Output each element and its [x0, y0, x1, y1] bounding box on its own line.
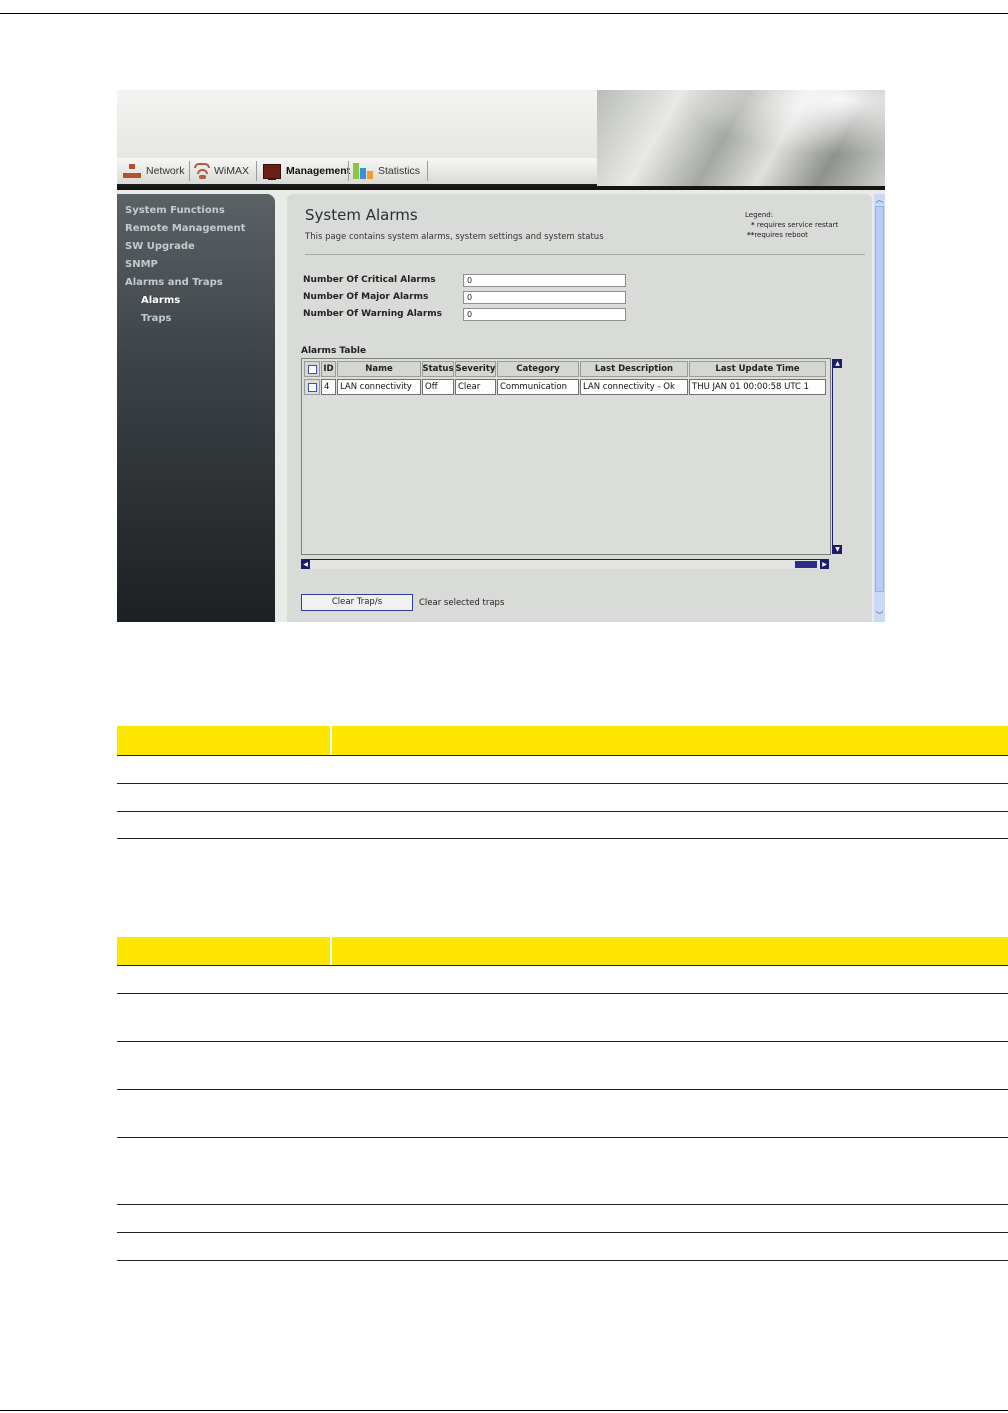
- select-all-checkbox[interactable]: [307, 364, 317, 374]
- page-bottom-rule: [0, 1410, 1008, 1411]
- table-1-row-line: [117, 838, 1008, 839]
- page-scroll-up-icon[interactable]: ︿: [875, 195, 884, 205]
- sidebar-item-alarms-and-traps[interactable]: Alarms and Traps: [125, 277, 223, 288]
- table-2-row-line: [117, 993, 1008, 994]
- cell-name: LAN connectivity: [337, 379, 421, 395]
- sidebar-item-traps[interactable]: Traps: [141, 313, 172, 324]
- horizontal-scroll-thumb[interactable]: [795, 561, 817, 568]
- sidebar-item-alarms[interactable]: Alarms: [141, 295, 180, 306]
- scroll-right-icon[interactable]: ▶: [820, 560, 829, 569]
- legend-title: Legend:: [745, 211, 774, 219]
- table-1-row-line: [117, 811, 1008, 812]
- page-title: System Alarms: [305, 206, 418, 224]
- table-1-row-line: [117, 783, 1008, 784]
- nav-separator: [427, 161, 428, 181]
- top-banner: [117, 90, 597, 158]
- scroll-down-icon[interactable]: ▼: [833, 545, 842, 554]
- legend: Legend: * requires service restart **req…: [745, 210, 838, 240]
- table-2-row-line: [117, 965, 1008, 966]
- cell-severity: Clear: [455, 379, 496, 395]
- wimax-signal-icon: [194, 163, 210, 180]
- table-vertical-scrollbar[interactable]: ▲ ▼: [832, 359, 842, 554]
- cell-id: 4: [321, 379, 336, 395]
- nav-separator: [189, 161, 190, 181]
- legend-restart: requires service restart: [756, 221, 839, 229]
- select-all-cell: [304, 361, 320, 377]
- tab-label: Statistics: [378, 165, 421, 177]
- document-table-2: [117, 937, 1008, 1263]
- col-status[interactable]: Status: [422, 361, 454, 377]
- title-divider: [305, 254, 865, 255]
- critical-alarms-field[interactable]: 0: [463, 274, 626, 287]
- table-1-header-divider: [330, 726, 332, 755]
- table-2-header-divider: [330, 937, 332, 966]
- row-select-cell: [304, 379, 320, 395]
- table-2-row-line: [117, 1204, 1008, 1205]
- table-1-header: [117, 726, 1008, 755]
- scroll-up-icon[interactable]: ▲: [833, 359, 842, 368]
- alarms-table: ID Name Status Severity Category Last De…: [301, 358, 842, 555]
- col-name[interactable]: Name: [337, 361, 421, 377]
- monitor-icon: [263, 163, 281, 180]
- sidebar-item-sw-upgrade[interactable]: SW Upgrade: [125, 241, 195, 252]
- main-nav-bar: Network WiMAX Management Statistics: [117, 158, 597, 186]
- sidebar: System Functions Remote Management SW Up…: [117, 194, 275, 622]
- table-2-header: [117, 937, 1008, 966]
- table-2-row-line: [117, 1089, 1008, 1090]
- col-severity[interactable]: Severity: [455, 361, 496, 377]
- legend-reboot: requires reboot: [754, 231, 808, 239]
- warning-alarms-field[interactable]: 0: [463, 308, 626, 321]
- cell-status: Off: [422, 379, 454, 395]
- tab-label: Network: [146, 165, 185, 177]
- web-ui-screenshot: Network WiMAX Management Statistics Syst…: [117, 90, 885, 622]
- bar-chart-icon: [353, 163, 373, 179]
- nav-separator: [256, 161, 257, 181]
- col-last-update-time[interactable]: Last Update Time: [689, 361, 826, 377]
- critical-alarms-label: Number Of Critical Alarms: [303, 275, 436, 285]
- table-2-row-line: [117, 1260, 1008, 1261]
- content-panel: System Alarms This page contains system …: [287, 194, 872, 622]
- tab-label: Management: [286, 165, 351, 177]
- table-2-row-line: [117, 1137, 1008, 1138]
- scroll-left-icon[interactable]: ◀: [301, 560, 310, 569]
- row-checkbox[interactable]: [307, 382, 317, 392]
- table-2-row-line: [117, 1041, 1008, 1042]
- page-top-rule: [0, 13, 1008, 14]
- major-alarms-field[interactable]: 0: [463, 291, 626, 304]
- tab-statistics[interactable]: Statistics: [353, 162, 420, 180]
- network-icon: [123, 164, 141, 178]
- banner-artwork: [597, 90, 885, 186]
- table-2-row-line: [117, 1232, 1008, 1233]
- alarms-table-title: Alarms Table: [301, 346, 367, 356]
- table-row[interactable]: 4 LAN connectivity Off Clear Communicati…: [304, 379, 827, 395]
- page-scroll-thumb[interactable]: [875, 206, 884, 592]
- sidebar-item-snmp[interactable]: SNMP: [125, 259, 158, 270]
- cell-last-description: LAN connectivity - Ok: [580, 379, 688, 395]
- table-1-row-line: [117, 755, 1008, 756]
- cell-last-update-time: THU JAN 01 00:00:58 UTC 1: [689, 379, 826, 395]
- page-scroll-down-icon[interactable]: ﹀: [875, 611, 884, 621]
- col-id[interactable]: ID: [321, 361, 336, 377]
- cell-category: Communication: [497, 379, 579, 395]
- page-vertical-scrollbar[interactable]: ︿ ﹀: [874, 194, 885, 622]
- header-divider-band: [117, 186, 885, 190]
- tab-management[interactable]: Management: [263, 162, 350, 180]
- asterisk-icon: *: [751, 221, 755, 229]
- document-table-1: [117, 726, 1008, 840]
- tab-label: WiMAX: [214, 165, 249, 177]
- tab-network[interactable]: Network: [123, 162, 185, 180]
- col-last-description[interactable]: Last Description: [580, 361, 688, 377]
- major-alarms-label: Number Of Major Alarms: [303, 292, 429, 302]
- clear-traps-button[interactable]: Clear Trap/s: [301, 594, 413, 611]
- table-horizontal-scrollbar[interactable]: ◀ ▶: [301, 559, 829, 569]
- col-category[interactable]: Category: [497, 361, 579, 377]
- sidebar-item-system-functions[interactable]: System Functions: [125, 205, 225, 216]
- tab-wimax[interactable]: WiMAX: [194, 162, 249, 180]
- warning-alarms-label: Number Of Warning Alarms: [303, 309, 443, 319]
- table-header-row: ID Name Status Severity Category Last De…: [304, 361, 827, 377]
- page-description: This page contains system alarms, system…: [305, 232, 604, 242]
- sidebar-item-remote-management[interactable]: Remote Management: [125, 223, 245, 234]
- clear-traps-note: Clear selected traps: [419, 598, 505, 608]
- nav-separator: [348, 161, 349, 181]
